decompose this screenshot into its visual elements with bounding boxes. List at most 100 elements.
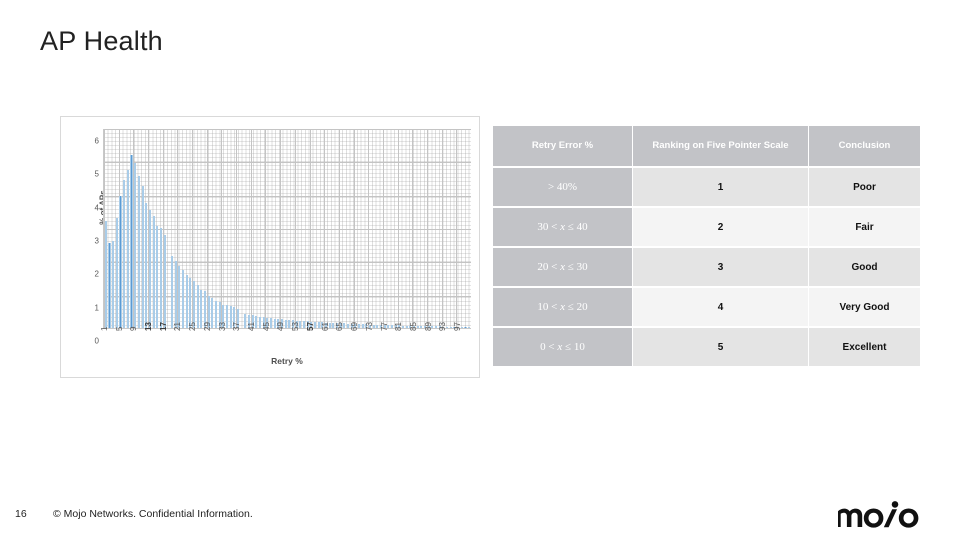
table-row: > 40% 1 Poor xyxy=(493,168,920,206)
footer-copyright: © Mojo Networks. Confidential Informatio… xyxy=(53,508,253,520)
chart-x-tick-label: 25 xyxy=(188,322,198,331)
chart-bar xyxy=(214,301,217,328)
chart-x-tick-label: 61 xyxy=(320,322,330,331)
table-row: 30 < x ≤ 40 2 Fair xyxy=(493,208,920,246)
cell-conclusion: Very Good xyxy=(809,288,920,326)
chart-x-tick-label: 41 xyxy=(247,322,257,331)
chart-x-tick-label: 33 xyxy=(217,322,227,331)
column-header-ranking: Ranking on Five Pointer Scale xyxy=(633,126,808,166)
chart-bar xyxy=(185,274,188,328)
chart-x-axis-ticks: 1 5 9 13 17 21 25 29 33 37 41 45 49 53 57 61 65 69 73 77 81 8… xyxy=(100,322,471,359)
cell-ranking-value: 5 xyxy=(633,328,808,366)
chart-bar xyxy=(347,323,350,328)
chart-x-tick-label: 29 xyxy=(202,322,212,331)
retry-distribution-chart: % of APs 0123456 15913172125293337414549… xyxy=(60,116,480,378)
chart-bar xyxy=(405,325,408,328)
mojo-logo xyxy=(836,500,932,530)
chart-bar xyxy=(130,154,133,328)
chart-x-tick-label: 77 xyxy=(379,322,389,331)
chart-bar xyxy=(145,203,148,328)
table-row: 20 < x ≤ 30 3 Good xyxy=(493,248,920,286)
chart-bar xyxy=(181,269,184,328)
cell-conclusion: Good xyxy=(809,248,920,286)
chart-bar xyxy=(464,327,467,328)
chart-x-tick-label: 73 xyxy=(364,322,374,331)
cell-ranking-value: 4 xyxy=(633,288,808,326)
column-header-conclusion: Conclusion xyxy=(809,126,920,166)
cell-conclusion: Poor xyxy=(809,168,920,206)
chart-bar xyxy=(317,322,320,328)
chart-bar xyxy=(115,218,118,328)
chart-x-axis-title: Retry % xyxy=(271,356,303,366)
chart-y-tick-label: 6 xyxy=(94,136,99,146)
table-row: 10 < x ≤ 20 4 Very Good xyxy=(493,288,920,326)
chart-x-tick-label: 57 xyxy=(305,322,315,331)
chart-bar xyxy=(170,256,173,328)
chart-bar xyxy=(435,326,438,328)
chart-y-tick-label: 2 xyxy=(94,269,99,279)
chart-bar xyxy=(420,326,423,328)
table-body: > 40% 1 Poor 30 < x ≤ 40 2 Fair 20 < x ≤ 30 3 Go… xyxy=(493,168,920,366)
chart-bars xyxy=(104,129,471,328)
table-row: 0 < x ≤ 10 5 Excellent xyxy=(493,328,920,366)
chart-bar xyxy=(104,221,107,328)
chart-bar xyxy=(258,316,261,328)
chart-bar xyxy=(192,281,195,328)
page-title: AP Health xyxy=(40,26,163,56)
chart-x-tick-label: 89 xyxy=(423,322,433,331)
chart-y-tick-label: 4 xyxy=(94,203,99,213)
chart-x-tick-label: 13 xyxy=(144,322,153,331)
chart-x-tick-label: 37 xyxy=(232,322,242,331)
chart-bar xyxy=(376,324,379,328)
chart-x-tick-label: 5 xyxy=(114,326,124,331)
chart-x-tick-label: 93 xyxy=(438,322,448,331)
column-header-retry-error: Retry Error % xyxy=(493,126,632,166)
cell-conclusion: Excellent xyxy=(809,328,920,366)
cell-ranking-value: 1 xyxy=(633,168,808,206)
chart-x-tick-label: 45 xyxy=(261,322,271,331)
chart-bar xyxy=(137,176,140,328)
chart-x-tick-label: 69 xyxy=(350,322,360,331)
cell-retry-error-range: 0 < x ≤ 10 xyxy=(493,328,632,366)
chart-y-tick-label: 3 xyxy=(94,236,99,246)
chart-bar xyxy=(108,243,111,328)
cell-retry-error-range: 10 < x ≤ 20 xyxy=(493,288,632,326)
chart-bar xyxy=(244,314,247,328)
chart-x-tick-label: 21 xyxy=(173,322,183,331)
chart-x-tick-label: 81 xyxy=(394,322,404,331)
slide-number: 16 xyxy=(15,508,27,520)
chart-inner: % of APs 0123456 15913172125293337414549… xyxy=(61,117,479,377)
cell-ranking-value: 2 xyxy=(633,208,808,246)
chart-bar xyxy=(200,289,203,328)
chart-bar xyxy=(119,196,122,328)
cell-conclusion: Fair xyxy=(809,208,920,246)
chart-bar xyxy=(152,216,155,328)
chart-x-tick-label: 1 xyxy=(99,326,109,331)
chart-bar xyxy=(468,327,471,328)
chart-bar xyxy=(159,228,162,328)
chart-y-tick-label: 1 xyxy=(94,303,99,313)
chart-bar xyxy=(449,326,452,328)
chart-bar xyxy=(134,163,137,328)
chart-bar xyxy=(163,234,166,328)
chart-bar xyxy=(148,209,151,328)
cell-retry-error-range: > 40% xyxy=(493,168,632,206)
chart-bar xyxy=(112,241,115,328)
chart-plot-area xyxy=(103,129,471,329)
chart-y-tick-label: 0 xyxy=(94,336,99,346)
chart-bar xyxy=(178,266,181,328)
chart-x-tick-label: 9 xyxy=(129,326,139,331)
chart-y-tick-label: 5 xyxy=(94,169,99,179)
chart-bar xyxy=(126,169,129,328)
chart-x-tick-label: 49 xyxy=(276,322,286,331)
chart-bar xyxy=(391,325,394,328)
chart-y-axis-ticks: 0 1 2 3 4 5 6 xyxy=(83,129,99,346)
chart-bar xyxy=(361,324,364,328)
cell-retry-error-range: 30 < x ≤ 40 xyxy=(493,208,632,246)
chart-bar xyxy=(123,179,126,328)
chart-x-tick-label: 17 xyxy=(158,322,168,331)
chart-x-tick-label: 97 xyxy=(453,322,463,331)
chart-bar xyxy=(141,186,144,328)
chart-x-tick-label: 65 xyxy=(335,322,345,331)
table-header-row: Retry Error % Ranking on Five Pointer Sc… xyxy=(493,126,920,166)
